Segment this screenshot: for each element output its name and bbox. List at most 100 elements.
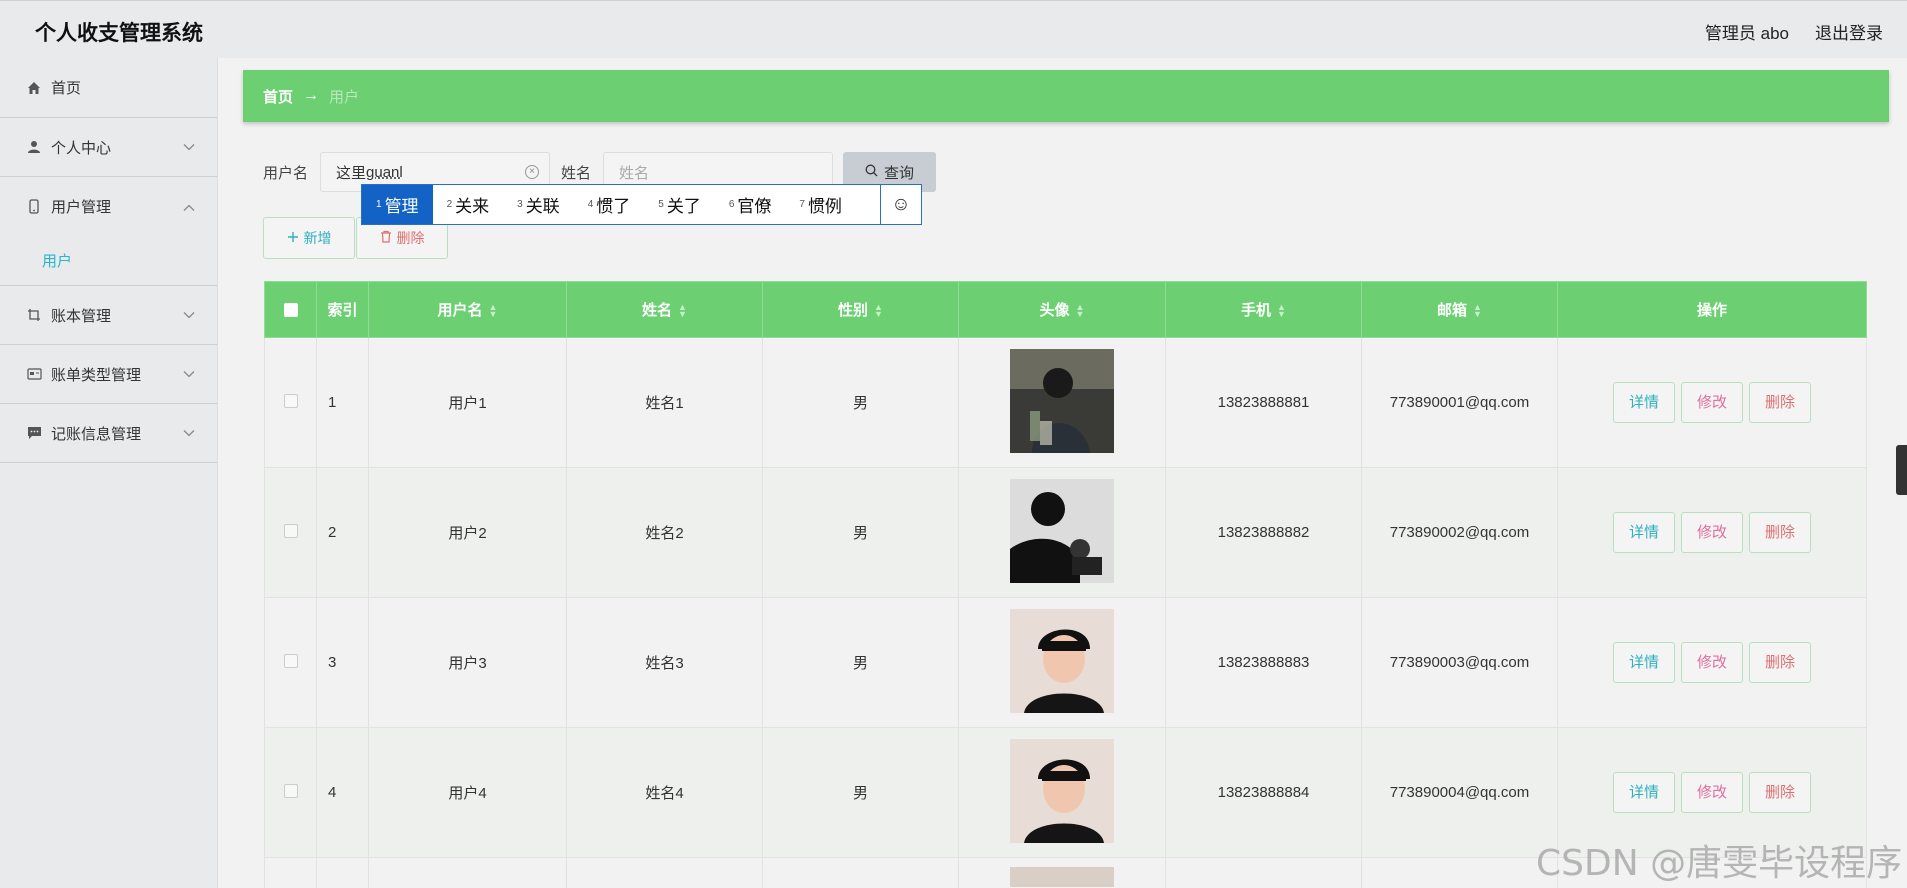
avatar-cell [958, 467, 1166, 598]
delete-button[interactable]: 删除 [1749, 642, 1811, 683]
col-header-avatar[interactable]: 头像 ▲ ▼ [958, 281, 1166, 338]
username-cell: 用户2 [368, 467, 567, 598]
email-cell: 773890003@qq.com [1361, 597, 1558, 728]
select-all-checkbox[interactable] [283, 303, 298, 318]
col-header-label: 手机 [1241, 302, 1272, 319]
sidebar-subitem-user[interactable]: 用户 [0, 236, 217, 286]
admin-label[interactable]: 管理员 abo [1705, 19, 1789, 44]
sidebar-item-label: 记账信息管理 [51, 425, 142, 443]
ime-candidate[interactable]: 4 惯了 [574, 185, 645, 224]
ime-candidate[interactable]: 7 惯例 [785, 185, 856, 224]
row-select-cell[interactable] [264, 727, 317, 858]
watermark: CSDN @唐雯毕设程序 [1536, 843, 1903, 884]
search-icon [865, 164, 878, 181]
ops-cell: 详情 修改 删除 [1557, 337, 1867, 468]
select-all-cell[interactable] [264, 281, 317, 338]
emoji-icon[interactable]: ☺ [880, 185, 921, 224]
delete-button[interactable]: 删除 [1749, 512, 1811, 553]
username-input-composing: guanl [366, 163, 403, 181]
phone-cell [1165, 857, 1362, 888]
edit-button[interactable]: 修改 [1681, 512, 1743, 553]
ime-candidate[interactable]: 3 关联 [503, 185, 574, 224]
edit-button[interactable]: 修改 [1681, 772, 1743, 813]
clear-icon[interactable]: × [525, 165, 540, 179]
sidebar-item-personal-center[interactable]: 个人中心 [0, 118, 217, 177]
edit-button[interactable]: 修改 [1681, 382, 1743, 423]
side-scroll-handle[interactable] [1896, 445, 1907, 495]
sidebar-item-ledger-management[interactable]: 账本管理 [0, 286, 217, 345]
sidebar-item-user-management[interactable]: 用户管理 [0, 177, 217, 236]
delete-button[interactable]: 删除 [1749, 382, 1811, 423]
row-checkbox[interactable] [283, 393, 298, 408]
row-select-cell[interactable] [264, 337, 317, 468]
sidebar-item-record-management[interactable]: 记账信息管理 [0, 404, 217, 463]
row-checkbox[interactable] [283, 523, 298, 538]
ime-candidate[interactable]: 1 管理 [362, 185, 433, 224]
col-header-label: 姓名 [642, 302, 673, 319]
table-row[interactable]: 3 用户3 姓名3 男 13823888883 773890003@qq.com… [264, 597, 1867, 728]
avatar[interactable] [1010, 867, 1114, 887]
col-header-label: 性别 [838, 302, 869, 319]
sidebar-item-bill-type-management[interactable]: 账单类型管理 [0, 345, 217, 404]
table-row[interactable]: 2 用户2 姓名2 男 13823888882 773890002@qq.com… [264, 467, 1867, 598]
detail-button[interactable]: 详情 [1613, 642, 1675, 683]
ime-candidate-text: 惯例 [807, 197, 842, 216]
sort-icon[interactable]: ▲ ▼ [1277, 303, 1286, 319]
ime-candidate[interactable]: 2 关来 [433, 185, 504, 224]
gender-cell: 男 [762, 337, 959, 468]
ime-candidate-number: 3 [517, 199, 523, 210]
col-header-gender[interactable]: 性别 ▲ ▼ [762, 281, 959, 338]
name-cell: 姓名1 [566, 337, 763, 468]
username-label: 用户名 [263, 164, 309, 182]
ime-candidate-text: 管理 [384, 197, 419, 216]
email-cell: 773890004@qq.com [1361, 727, 1558, 858]
avatar[interactable] [1010, 738, 1114, 843]
detail-button[interactable]: 详情 [1613, 772, 1675, 813]
row-select-cell[interactable] [264, 857, 317, 888]
app-title: 个人收支管理系统 [35, 22, 203, 45]
sort-icon[interactable]: ▲ ▼ [489, 303, 498, 319]
user-icon [26, 139, 42, 155]
avatar[interactable] [1010, 348, 1114, 453]
sort-icon[interactable]: ▲ ▼ [678, 303, 687, 319]
ime-candidate-text: 惯了 [596, 197, 631, 216]
add-button[interactable]: 新增 [263, 217, 355, 259]
phone-cell: 13823888881 [1165, 337, 1362, 468]
sidebar-item-home[interactable]: 首页 [0, 58, 217, 118]
detail-button[interactable]: 详情 [1613, 382, 1675, 423]
name-label: 姓名 [561, 164, 592, 182]
ime-candidate[interactable]: 5 关了 [644, 185, 715, 224]
plus-icon [287, 230, 299, 246]
row-select-cell[interactable] [264, 467, 317, 598]
add-button-label: 新增 [303, 230, 332, 246]
phone-cell: 13823888884 [1165, 727, 1362, 858]
avatar[interactable] [1010, 478, 1114, 583]
detail-button[interactable]: 详情 [1613, 512, 1675, 553]
logout-link[interactable]: 退出登录 [1815, 19, 1883, 44]
ime-candidate-text: 官僚 [737, 197, 772, 216]
sort-icon[interactable]: ▲ ▼ [874, 303, 883, 319]
row-checkbox[interactable] [283, 653, 298, 668]
avatar[interactable] [1010, 608, 1114, 713]
col-header-phone[interactable]: 手机 ▲ ▼ [1165, 281, 1362, 338]
col-header-label: 邮箱 [1437, 302, 1468, 319]
col-header-name[interactable]: 姓名 ▲ ▼ [566, 281, 763, 338]
table-row[interactable]: 1 用户1 姓名1 男 13823888881 773890001@qq.com… [264, 337, 1867, 468]
header-user-area: 管理员 abo 退出登录 [1705, 19, 1883, 44]
delete-button[interactable]: 删除 [1749, 772, 1811, 813]
phone-cell: 13823888882 [1165, 467, 1362, 598]
row-checkbox[interactable] [283, 783, 298, 798]
edit-button[interactable]: 修改 [1681, 642, 1743, 683]
gender-cell: 男 [762, 467, 959, 598]
username-input-value: 这里 [336, 164, 367, 182]
ime-candidate[interactable]: 6 官僚 [715, 185, 786, 224]
sort-icon[interactable]: ▲ ▼ [1076, 303, 1085, 319]
avatar-cell [958, 857, 1166, 888]
breadcrumb-home[interactable]: 首页 [263, 86, 293, 107]
chevron-down-icon [183, 366, 195, 383]
row-select-cell[interactable] [264, 597, 317, 728]
table-header-row: 索引 用户名 ▲ ▼ 姓名 ▲ ▼ 性别 ▲ ▼ 头像 ▲ ▼ 手机 ▲ ▼ 邮箱 ▲ ▼ 操作 [264, 281, 1867, 338]
col-header-email[interactable]: 邮箱 ▲ ▼ [1361, 281, 1558, 338]
col-header-username[interactable]: 用户名 ▲ ▼ [368, 281, 567, 338]
sort-icon[interactable]: ▲ ▼ [1473, 303, 1482, 319]
